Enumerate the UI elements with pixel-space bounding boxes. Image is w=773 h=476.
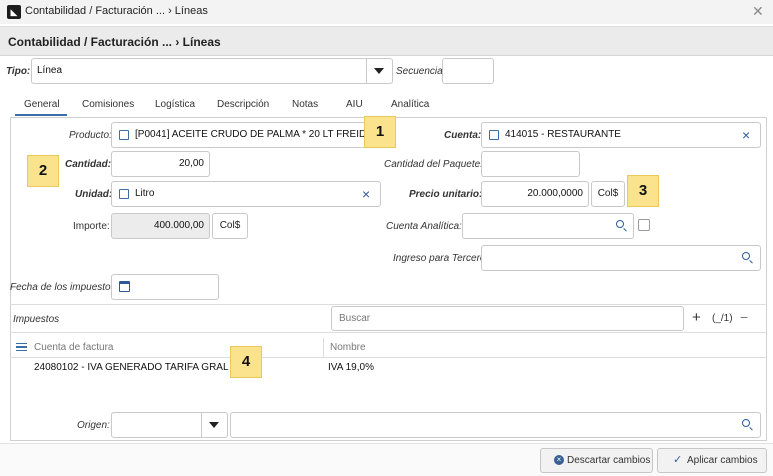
search-icon[interactable]	[616, 220, 624, 228]
cantidad-paquete-input[interactable]	[481, 151, 580, 177]
discard-label: Descartar cambios	[567, 455, 651, 466]
search-icon[interactable]	[742, 252, 750, 260]
importe-label: Importe:	[73, 221, 110, 232]
column-header-nombre[interactable]: Nombre	[330, 342, 366, 353]
window-title: Contabilidad / Facturación ... › Líneas	[25, 5, 208, 17]
precio-label: Precio unitario:	[409, 189, 483, 200]
cuenta-value: 414015 - RESTAURANTE	[505, 129, 621, 140]
producto-label: Producto:	[69, 130, 112, 141]
external-link-icon[interactable]	[119, 130, 129, 140]
cuenta-label: Cuenta:	[444, 130, 482, 141]
secuencia-label: Secuencia:	[396, 66, 446, 77]
fecha-impuestos-label: Fecha de los impuestos:	[10, 282, 119, 293]
calendar-icon[interactable]	[119, 281, 130, 292]
check-icon: ✓	[673, 454, 683, 466]
impuestos-label: Impuestos	[13, 314, 60, 325]
cuenta-analitica-checkbox[interactable]	[638, 219, 650, 231]
tipo-select[interactable]	[31, 58, 393, 84]
search-icon[interactable]	[742, 419, 750, 427]
origen-divider	[201, 412, 202, 438]
tab-comisiones[interactable]: Comisiones	[82, 99, 134, 110]
tipo-value: Línea	[37, 65, 63, 76]
callout-3: 3	[627, 175, 659, 207]
callout-1: 1	[364, 116, 396, 148]
secuencia-input[interactable]	[442, 58, 494, 84]
callout-4: 4	[230, 346, 262, 378]
impuestos-pager: (_/1)	[712, 313, 733, 324]
unidad-value: Litro	[135, 188, 155, 199]
column-header-cuenta[interactable]: Cuenta de factura	[34, 342, 114, 353]
add-icon[interactable]: +	[692, 309, 701, 326]
tab-descripcion[interactable]: Descripción	[217, 99, 269, 110]
tipo-divider	[366, 58, 367, 84]
callout-2: 2	[27, 155, 59, 187]
column-divider	[323, 338, 324, 358]
importe-value: 400.000,00	[153, 220, 204, 231]
tab-analitica[interactable]: Analítica	[391, 99, 429, 110]
clear-x-icon[interactable]: ×	[362, 187, 370, 201]
external-link-icon[interactable]	[489, 130, 499, 140]
apply-label: Aplicar cambios	[687, 455, 758, 466]
cuenta-analitica-label: Cuenta Analítica:	[386, 221, 462, 232]
producto-value: [P0041] ACEITE CRUDO DE PALMA * 20 LT FR…	[135, 129, 388, 140]
precio-currency: Col$	[591, 181, 625, 207]
remove-icon[interactable]: −	[740, 309, 748, 325]
row-nombre: IVA 19,0%	[328, 362, 374, 373]
cuenta-analitica-field[interactable]	[462, 213, 634, 239]
close-icon[interactable]: ✕	[752, 3, 764, 20]
unidad-label: Unidad:	[75, 189, 113, 200]
tab-notas[interactable]: Notas	[292, 99, 318, 110]
cantidad-value: 20,00	[178, 158, 204, 169]
app-logo-icon: ◣	[7, 5, 21, 19]
tipo-label: Tipo:	[6, 66, 31, 77]
impuestos-search-placeholder: Buscar	[339, 313, 371, 324]
tab-aiu[interactable]: AIU	[346, 99, 363, 110]
dropdown-arrow-icon[interactable]	[374, 68, 384, 74]
impuestos-search-input[interactable]	[331, 306, 684, 331]
impuestos-table-header	[10, 338, 767, 358]
external-link-icon[interactable]	[119, 189, 129, 199]
discard-icon: ×	[554, 455, 564, 465]
cantidad-label: Cantidad:	[65, 159, 112, 170]
row-cuenta: 24080102 - IVA GENERADO TARIFA GRAL	[34, 362, 229, 373]
tab-logistica[interactable]: Logística	[155, 99, 195, 110]
ingreso-tercero-label: Ingreso para Tercero:	[393, 253, 489, 264]
clear-x-icon[interactable]: ×	[742, 128, 750, 142]
tab-active-indicator	[15, 114, 67, 116]
ingreso-tercero-field[interactable]	[481, 245, 761, 271]
origen-search-field[interactable]	[230, 412, 761, 438]
importe-currency: Col$	[212, 213, 248, 239]
page-title: Contabilidad / Facturación ... › Líneas	[8, 35, 221, 49]
precio-value: 20.000,0000	[527, 188, 583, 199]
dropdown-arrow-icon[interactable]	[209, 422, 219, 428]
tab-general[interactable]: General	[24, 99, 60, 110]
cantidad-paquete-label: Cantidad del Paquete:	[384, 159, 483, 170]
hamburger-menu-icon-middle	[16, 346, 27, 348]
origen-label: Origen:	[77, 420, 110, 431]
